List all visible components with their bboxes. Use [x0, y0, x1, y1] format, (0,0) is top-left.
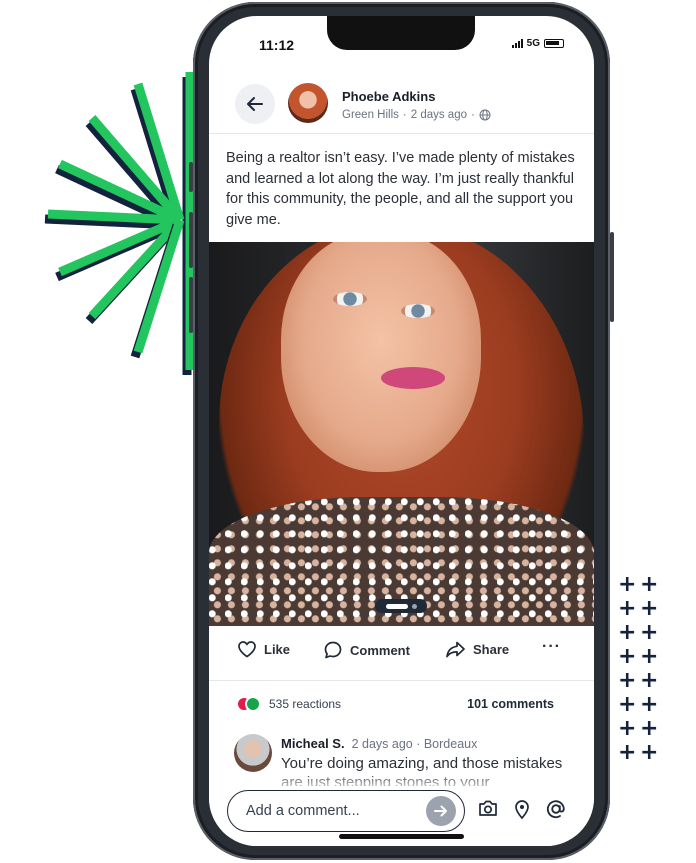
like-button[interactable]: Like: [237, 640, 290, 658]
phone-side-button: [189, 162, 193, 192]
post-photo[interactable]: [209, 242, 594, 626]
plus-mark: +: [640, 644, 659, 669]
plus-mark: +: [640, 668, 659, 693]
home-indicator[interactable]: [339, 834, 464, 839]
location-pin-icon[interactable]: [513, 798, 531, 820]
back-arrow-icon: [247, 97, 263, 111]
comment-input[interactable]: Add a comment...: [227, 790, 465, 832]
post-location: Green Hills: [342, 109, 399, 121]
plus-mark: +: [618, 596, 637, 621]
network-label: 5G: [526, 38, 540, 49]
plus-mark: +: [618, 620, 637, 645]
meta-separator: ·: [402, 109, 407, 121]
phone-volume-up: [189, 212, 193, 268]
phone-screen: 11:12 5G Phoebe Adkins Green Hills · 2 d…: [209, 16, 594, 846]
comment-label: Comment: [350, 642, 410, 658]
arrow-right-icon: [434, 805, 447, 817]
photo-eye-right: [401, 304, 435, 318]
more-icon: ···: [542, 638, 561, 655]
phone-power-button: [610, 232, 614, 322]
pager-dot[interactable]: [411, 603, 417, 609]
like-label: Like: [264, 641, 291, 657]
share-arrow-icon: [446, 641, 465, 658]
plus-mark: +: [640, 620, 659, 645]
photo-eye-left: [333, 292, 367, 306]
plus-mark: +: [640, 692, 659, 717]
pager-dot-active[interactable]: [385, 603, 408, 609]
burst-decoration: [44, 72, 195, 375]
plus-mark: +: [640, 716, 659, 741]
plus-mark: +: [618, 668, 637, 693]
heart-icon: [238, 641, 256, 658]
comment-input-placeholder: Add a comment...: [246, 803, 360, 819]
phone-frame: 11:12 5G Phoebe Adkins Green Hills · 2 d…: [189, 2, 614, 860]
status-time: 11:12: [259, 37, 295, 53]
plus-mark: +: [640, 740, 659, 765]
battery-icon: [544, 39, 564, 48]
actions-divider: [209, 680, 594, 681]
globe-icon: [479, 109, 491, 121]
reactions-count: 535 reactions: [269, 697, 342, 711]
status-indicators: 5G: [511, 38, 564, 49]
plus-mark: +: [618, 644, 637, 669]
reactions-summary[interactable]: 535 reactions: [236, 696, 341, 712]
back-button[interactable]: [235, 84, 275, 124]
photo-lips: [381, 367, 445, 389]
share-button[interactable]: Share: [445, 640, 509, 659]
photo-face: [281, 242, 481, 472]
post-text: Being a realtor isn’t easy. I’ve made pl…: [226, 150, 575, 228]
plus-pattern-decoration: + + + + + + + + + + + + + + + +: [618, 574, 678, 774]
plus-mark: +: [618, 692, 637, 717]
reaction-icons: [236, 696, 262, 712]
comment-button[interactable]: Comment: [323, 640, 410, 660]
author-avatar[interactable]: [288, 83, 328, 123]
header-divider: [209, 133, 594, 134]
post-actions: Like Comment Share ···: [209, 628, 594, 676]
signal-icon: [511, 39, 523, 48]
photo-pager[interactable]: [375, 599, 427, 613]
at-sign-icon[interactable]: [545, 798, 567, 820]
meta-separator-2: ·: [471, 109, 475, 121]
comments-count[interactable]: 101 comments: [467, 697, 554, 711]
commenter-avatar[interactable]: [234, 734, 272, 772]
speech-bubble-icon: [324, 641, 342, 659]
plus-mark: +: [618, 572, 637, 597]
plus-mark: +: [618, 740, 637, 765]
phone-volume-down: [189, 277, 193, 333]
more-button[interactable]: ···: [542, 638, 561, 656]
share-label: Share: [473, 642, 510, 657]
comment-meta: 2 days ago · Bordeaux: [351, 737, 478, 751]
plus-mark: +: [640, 572, 659, 597]
promo-stage: + + + + + + + + + + + + + + + + 11:12 5G Phoebe Adkins: [0, 0, 696, 863]
plus-mark: +: [640, 596, 659, 621]
camera-icon[interactable]: [477, 798, 499, 818]
notch: [327, 16, 475, 50]
like-reaction-icon: [245, 696, 261, 712]
post-time: 2 days ago: [410, 109, 467, 121]
comment-header: Micheal S. 2 days ago · Bordeaux: [281, 736, 477, 751]
commenter-name[interactable]: Micheal S.: [281, 736, 345, 751]
post-meta: Green Hills · 2 days ago ·: [342, 109, 491, 121]
plus-mark: +: [618, 716, 637, 741]
author-name[interactable]: Phoebe Adkins: [342, 89, 435, 104]
send-button[interactable]: [426, 796, 456, 826]
